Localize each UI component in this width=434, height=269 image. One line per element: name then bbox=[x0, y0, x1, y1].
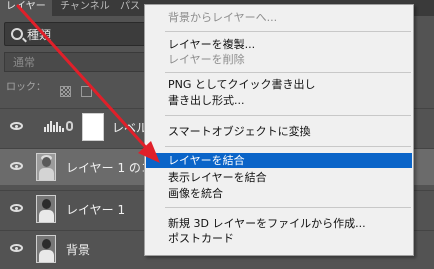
search-icon bbox=[11, 28, 23, 40]
tab-channels[interactable]: チャンネル bbox=[54, 0, 116, 16]
lock-image-pixels-icon[interactable] bbox=[81, 86, 93, 97]
layer-mask-thumbnail[interactable] bbox=[82, 113, 104, 141]
visibility-eye-icon[interactable] bbox=[10, 244, 23, 252]
menu-item-merge-layers[interactable]: レイヤーを結合 bbox=[146, 153, 412, 168]
visibility-eye-icon[interactable] bbox=[10, 162, 23, 170]
levels-adjustment-icon bbox=[44, 120, 64, 132]
tab-layers[interactable]: レイヤー bbox=[0, 0, 52, 16]
menu-separator bbox=[165, 72, 411, 73]
menu-item-duplicate-layer[interactable]: レイヤーを複製... bbox=[146, 37, 412, 52]
menu-item-convert-smart-object[interactable]: スマートオブジェクトに変換 bbox=[146, 124, 412, 139]
lock-transparent-pixels-icon[interactable] bbox=[60, 86, 71, 97]
layer-thumbnail bbox=[36, 235, 56, 263]
menu-item-flatten-image[interactable]: 画像を統合 bbox=[146, 186, 412, 201]
layer-thumbnail bbox=[36, 195, 56, 223]
menu-separator bbox=[165, 146, 411, 147]
layer-context-menu: 背景からレイヤーへ... レイヤーを複製... レイヤーを削除 PNG としてク… bbox=[144, 4, 414, 256]
layer-filter-select[interactable]: 種類 bbox=[4, 22, 156, 46]
menu-separator bbox=[165, 115, 411, 116]
lock-options bbox=[60, 82, 97, 101]
blend-mode-select[interactable]: 通常 bbox=[4, 52, 154, 72]
menu-item-delete-layer[interactable]: レイヤーを削除 bbox=[146, 52, 412, 67]
layer-name: 背景 bbox=[66, 243, 91, 257]
menu-item-export-as[interactable]: 書き出し形式... bbox=[146, 93, 412, 108]
menu-separator bbox=[165, 31, 411, 32]
layer-filter-value: 種類 bbox=[27, 28, 52, 42]
menu-item-background-to-layer[interactable]: 背景からレイヤーへ... bbox=[146, 10, 412, 25]
tab-paths[interactable]: パス bbox=[114, 0, 146, 16]
menu-separator bbox=[165, 207, 411, 208]
link-chain-icon[interactable] bbox=[66, 121, 73, 131]
visibility-eye-icon[interactable] bbox=[10, 204, 23, 212]
visibility-eye-icon[interactable] bbox=[10, 122, 23, 130]
menu-item-merge-visible[interactable]: 表示レイヤーを結合 bbox=[146, 170, 412, 185]
layer-name: レイヤー 1 bbox=[66, 203, 126, 217]
menu-item-quick-export-png[interactable]: PNG としてクイック書き出し bbox=[146, 77, 412, 92]
menu-item-new-3d-layer[interactable]: 新規 3D レイヤーをファイルから作成... bbox=[146, 216, 412, 231]
layer-thumbnail bbox=[36, 153, 56, 181]
lock-label: ロック： bbox=[6, 82, 46, 93]
menu-item-postcard[interactable]: ポストカード bbox=[146, 231, 412, 246]
